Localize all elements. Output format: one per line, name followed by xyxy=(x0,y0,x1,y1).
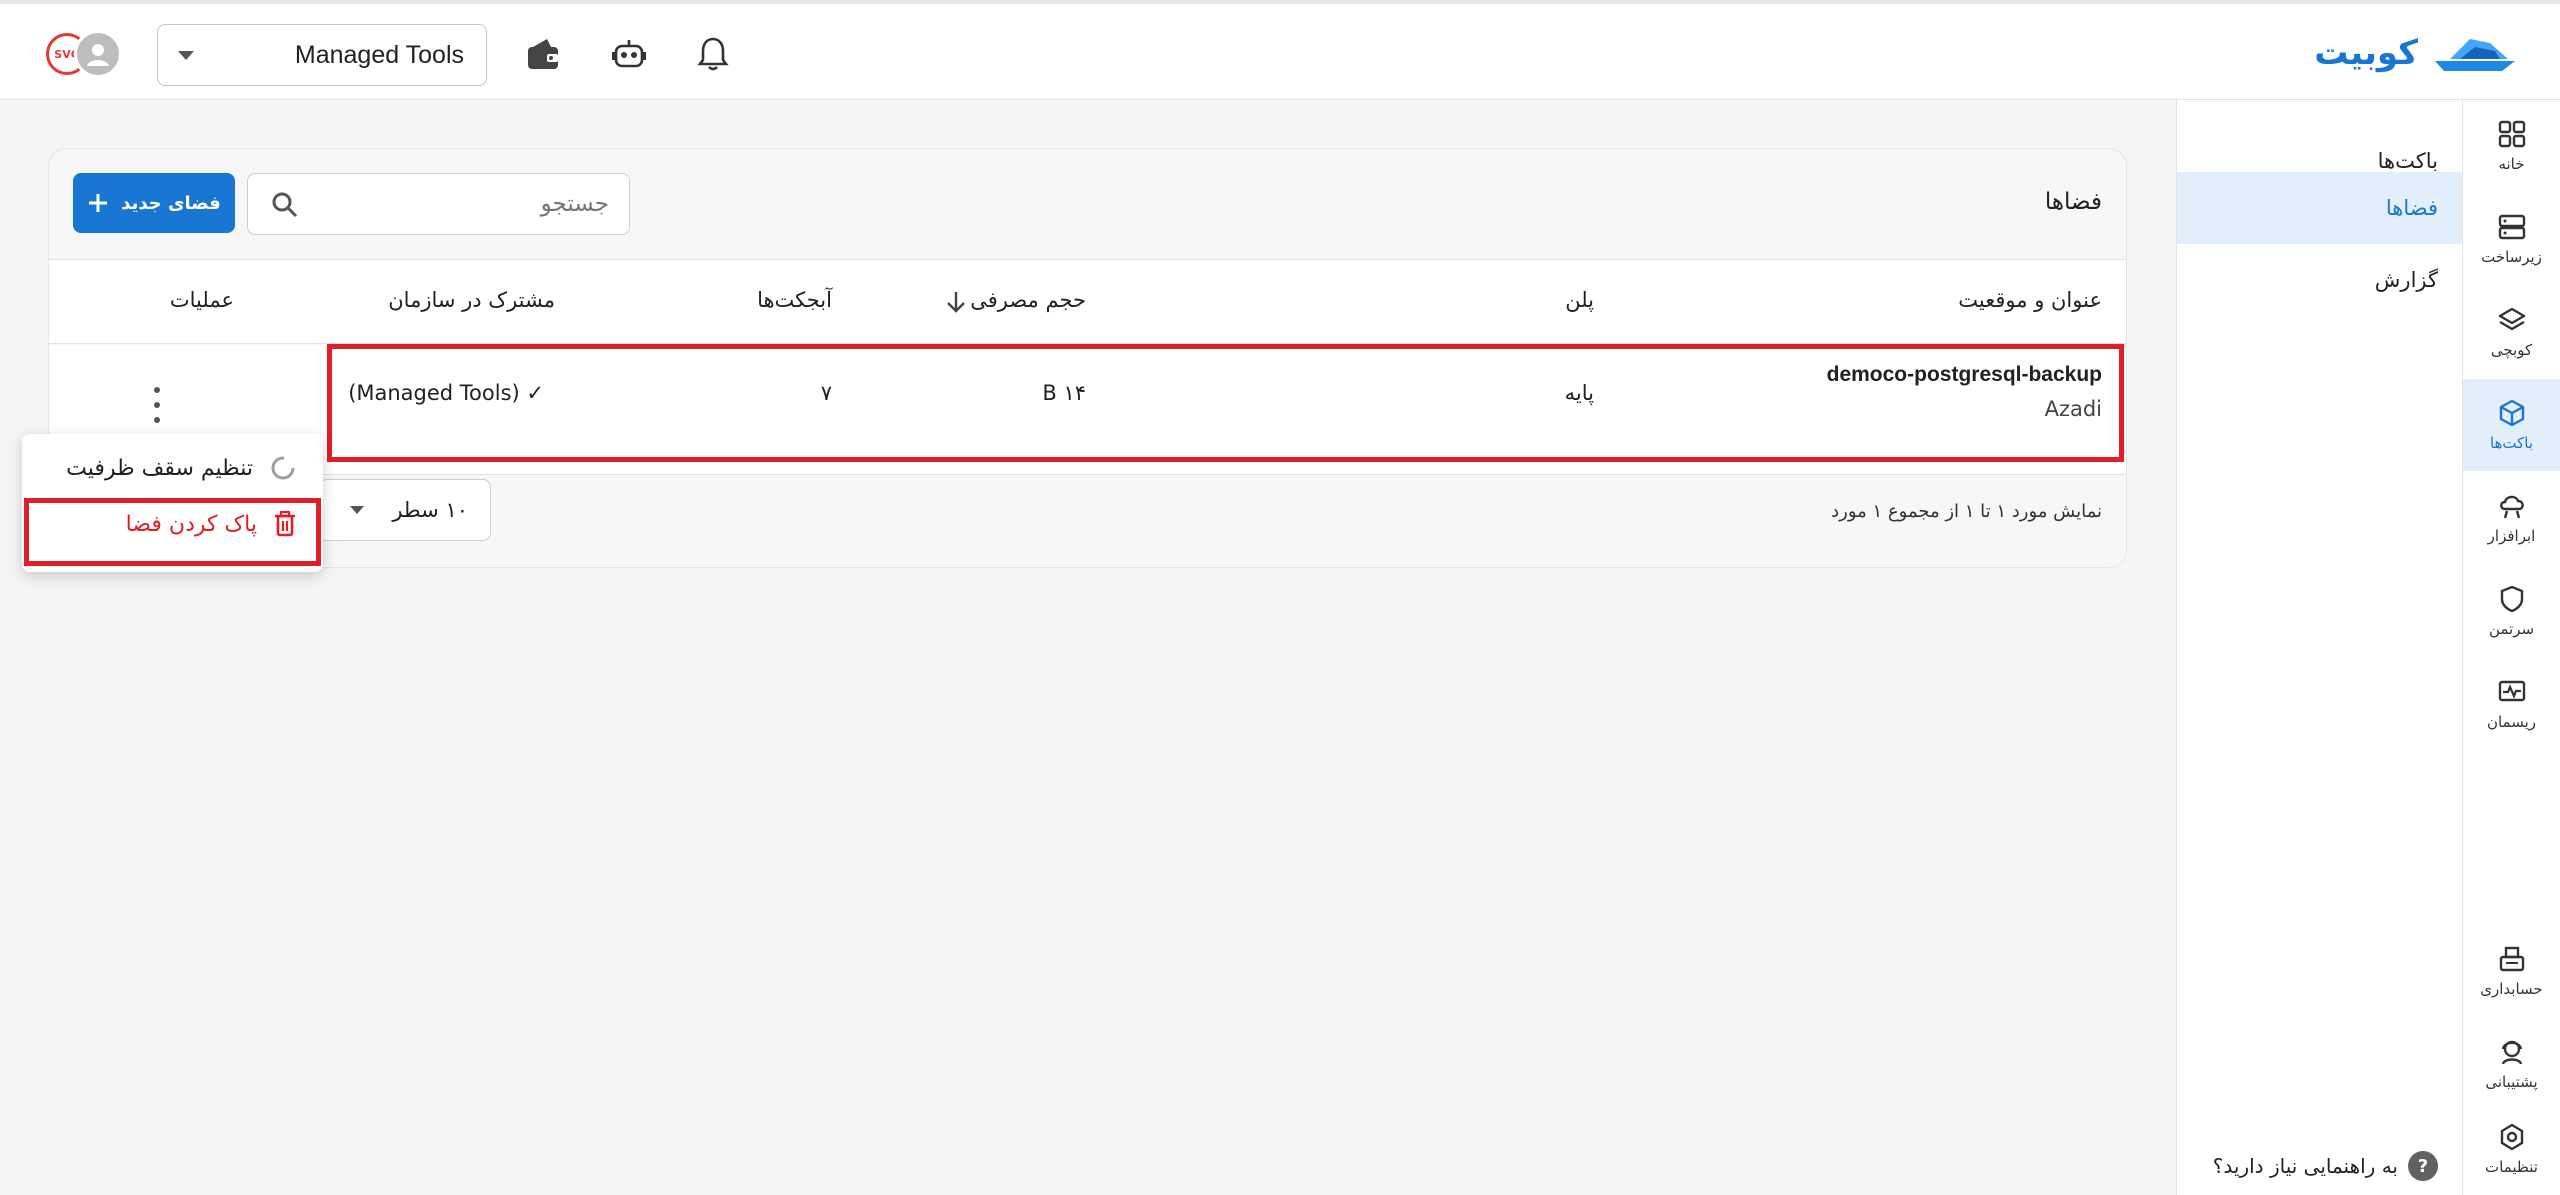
shield-icon xyxy=(2500,585,2523,613)
ship-logo-icon xyxy=(2435,39,2515,71)
rail-item-label: ابرافزار xyxy=(2487,527,2536,545)
server-icon xyxy=(2498,214,2525,240)
cloud-icon xyxy=(2499,495,2524,519)
space-usage: ۱۴ B xyxy=(1042,381,1086,405)
rail-item-shield[interactable]: سرتمن xyxy=(2463,565,2560,657)
logo-text: کوبیت xyxy=(2314,33,2418,73)
more-vert-icon[interactable] xyxy=(147,387,167,423)
row-actions-menu: تنظیم سقف ظرفیت پاک کردن فضا xyxy=(22,434,323,572)
search-input[interactable] xyxy=(319,186,609,222)
rail-item-buckets[interactable]: باکت‌ها xyxy=(2463,379,2560,471)
rail-item-label: کوبچی xyxy=(2490,341,2533,359)
space-shared: (Managed Tools) ✓ xyxy=(348,381,544,405)
rail-item-label: باکت‌ها xyxy=(2489,434,2534,452)
rail-item-label: تنظیمات xyxy=(2485,1158,2538,1176)
delete-highlight-box xyxy=(24,498,321,566)
wallet-icon[interactable] xyxy=(523,34,563,74)
avatar[interactable]: SVG xyxy=(46,30,126,80)
pagination-info: نمایش مورد ۱ تا ۱ از مجموع ۱ مورد xyxy=(1831,501,2102,522)
menu-item-set-capacity[interactable]: تنظیم سقف ظرفیت xyxy=(66,454,297,482)
layers-icon xyxy=(2498,307,2525,331)
help-icon: ? xyxy=(2408,1151,2438,1181)
space-plan: پایه xyxy=(1564,381,1594,405)
subnav-item-label: باکت‌ها xyxy=(2377,149,2438,173)
support-agent-icon xyxy=(2501,1040,2522,1065)
search-icon[interactable] xyxy=(270,190,300,220)
gear-icon xyxy=(2500,1123,2523,1151)
chevron-down-icon xyxy=(178,50,194,60)
rail-item-cloud-app[interactable]: ابرافزار xyxy=(2463,472,2560,564)
rail-item-home[interactable]: خانه xyxy=(2463,100,2560,192)
organization-select[interactable]: Managed Tools xyxy=(157,24,487,86)
new-space-label: فضای جدید xyxy=(121,192,221,214)
rail-item-settings[interactable]: تنظیمات xyxy=(2463,1103,2560,1195)
cube-icon xyxy=(2499,399,2524,427)
spinner-icon xyxy=(271,456,295,480)
table-row[interactable]: democo-postgresql-backup Azadi پایه ۱۴ B… xyxy=(49,345,2126,475)
rail-item-label: خانه xyxy=(2498,155,2525,173)
new-space-button[interactable]: فضای جدید xyxy=(73,173,235,233)
space-name[interactable]: democo-postgresql-backup xyxy=(1827,363,2102,387)
cash-register-icon xyxy=(2499,946,2524,972)
subnav-item-spaces[interactable]: فضاها xyxy=(2177,172,2462,244)
rail-item-label: زیرساخت xyxy=(2481,248,2542,266)
main-nav-rail: خانه زیرساخت کوبچی باکت‌ها ابرافزار سرتم… xyxy=(2462,100,2560,1195)
rail-item-label: ریسمان xyxy=(2486,713,2537,731)
subnav-item-label: فضاها xyxy=(2385,196,2438,220)
space-objects: ۷ xyxy=(820,381,832,405)
user-avatar-icon xyxy=(74,30,122,78)
chevron-down-icon xyxy=(350,506,364,514)
app-logo[interactable]: کوبیت xyxy=(2314,30,2520,76)
subnav-item-report[interactable]: گزارش xyxy=(2177,244,2462,316)
col-plan[interactable]: پلن xyxy=(1565,288,1594,312)
rail-item-monitoring[interactable]: ریسمان xyxy=(2463,658,2560,750)
help-link[interactable]: ? به راهنمایی نیاز دارید؟ xyxy=(2213,1151,2438,1181)
col-usage[interactable]: حجم مصرفی xyxy=(970,288,1086,312)
rows-per-page-value: ۱۰ سطر xyxy=(392,498,468,522)
robot-icon[interactable] xyxy=(609,34,649,74)
col-title-location[interactable]: عنوان و موقعیت xyxy=(1958,288,2102,312)
bell-icon[interactable] xyxy=(693,34,733,74)
col-objects[interactable]: آبجکت‌ها xyxy=(757,288,832,312)
menu-item-label: تنظیم سقف ظرفیت xyxy=(66,455,253,481)
subnav-item-label: گزارش xyxy=(2374,268,2438,292)
rail-item-kubchi[interactable]: کوبچی xyxy=(2463,286,2560,378)
top-header: کوبیت Managed Tools SVG xyxy=(0,0,2560,100)
rows-per-page-select[interactable]: ۱۰ سطر xyxy=(319,479,491,541)
rail-item-support[interactable]: پشتیبانی xyxy=(2463,1018,2560,1110)
rail-item-label: حسابداری xyxy=(2480,980,2543,998)
col-actions: عملیات xyxy=(169,288,234,312)
space-location: Azadi xyxy=(2044,397,2102,421)
spaces-card: فضاها فضای جدید عنوان و موقعیت پلن حجم م… xyxy=(48,148,2127,568)
help-text: به راهنمایی نیاز دارید؟ xyxy=(2212,1154,2398,1178)
organization-select-value: Managed Tools xyxy=(294,40,464,69)
grid-icon xyxy=(2498,120,2525,148)
rail-item-accounting[interactable]: حسابداری xyxy=(2463,925,2560,1017)
rail-item-label: سرتمن xyxy=(2488,620,2535,638)
col-shared[interactable]: مشترک در سازمان xyxy=(388,288,555,312)
monitor-pulse-icon xyxy=(2498,680,2525,702)
page-title: فضاها xyxy=(2044,189,2102,215)
rail-item-label: پشتیبانی xyxy=(2485,1073,2538,1091)
table-header: عنوان و موقعیت پلن حجم مصرفی آبجکت‌ها مش… xyxy=(49,259,2126,344)
search-box xyxy=(247,173,630,235)
plus-icon xyxy=(89,194,108,212)
rail-item-infrastructure[interactable]: زیرساخت xyxy=(2463,193,2560,285)
sub-nav: باکت‌ها فضاها گزارش ? به راهنمایی نیاز د… xyxy=(2176,100,2462,1195)
arrow-down-icon[interactable] xyxy=(945,290,967,314)
